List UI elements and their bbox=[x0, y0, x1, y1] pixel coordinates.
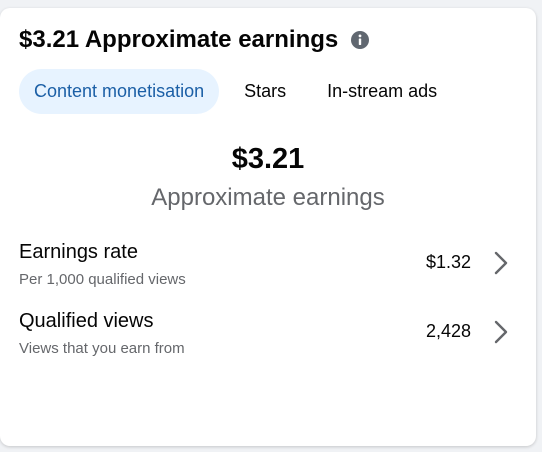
qualified-views-value: 2,428 bbox=[425, 321, 471, 341]
summary-label: Approximate earnings bbox=[151, 184, 385, 211]
tab-stars[interactable]: Stars bbox=[228, 69, 302, 114]
earnings-rate-row[interactable]: Earnings rate Per 1,000 qualified views … bbox=[0, 241, 536, 301]
qualified-views-row[interactable]: Qualified views Views that you earn from… bbox=[0, 310, 536, 370]
earnings-tabs: Content monetisation Stars In-stream ads bbox=[19, 69, 453, 114]
earnings-rate-subtitle: Per 1,000 qualified views bbox=[19, 271, 186, 288]
chevron-right-icon[interactable] bbox=[492, 319, 510, 345]
qualified-views-subtitle: Views that you earn from bbox=[19, 340, 185, 357]
earnings-title: $3.21 Approximate earnings bbox=[19, 26, 339, 53]
tab-in-stream-ads[interactable]: In-stream ads bbox=[311, 69, 453, 114]
earnings-rate-value: $1.32 bbox=[425, 252, 471, 272]
tab-content-monetisation[interactable]: Content monetisation bbox=[19, 69, 220, 114]
card-header: $3.21 Approximate earnings bbox=[19, 24, 370, 56]
earnings-rate-title: Earnings rate bbox=[19, 241, 138, 263]
info-icon[interactable] bbox=[350, 30, 370, 50]
chevron-right-icon[interactable] bbox=[492, 250, 510, 276]
summary-amount: $3.21 bbox=[231, 143, 305, 175]
qualified-views-title: Qualified views bbox=[19, 310, 154, 332]
earnings-card: $3.21 Approximate earnings Content monet… bbox=[0, 8, 536, 446]
